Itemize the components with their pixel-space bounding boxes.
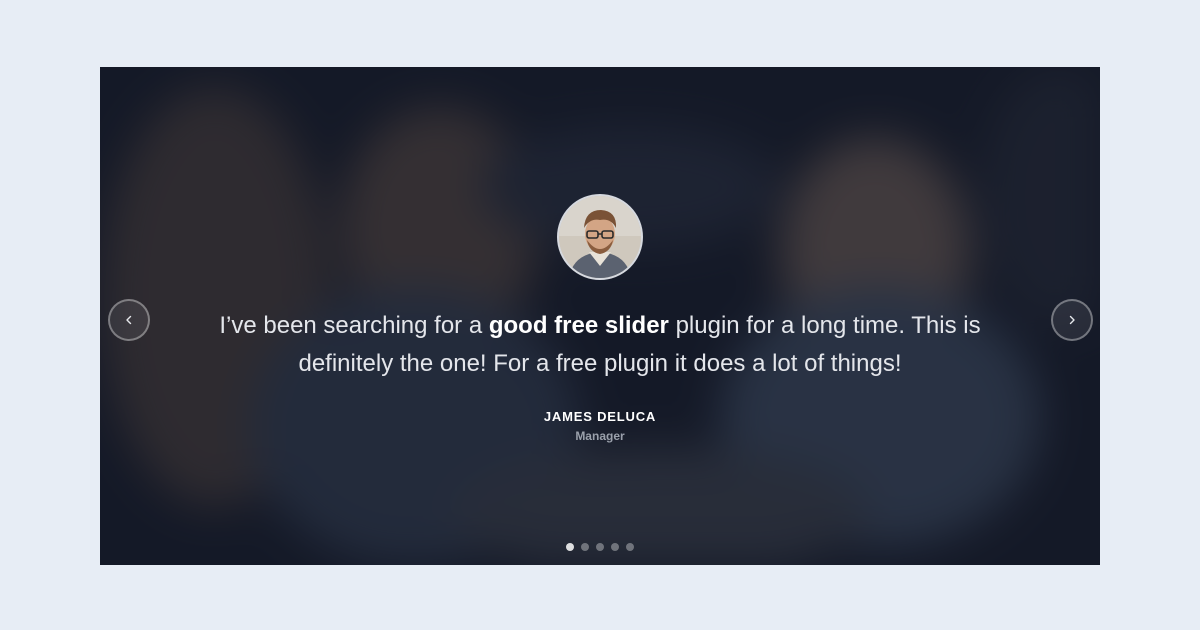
- pagination-dot[interactable]: [596, 543, 604, 551]
- author-name: JAMES DELUCA: [543, 409, 657, 424]
- next-slide-button[interactable]: [1051, 299, 1093, 341]
- author-photo: [559, 196, 641, 278]
- author-avatar: [557, 194, 643, 280]
- pagination-dot[interactable]: [581, 543, 589, 551]
- previous-slide-button[interactable]: [108, 299, 150, 341]
- testimonial-slider: I’ve been searching for a good free slid…: [100, 67, 1100, 565]
- quote-text-start: I’ve been searching for a: [219, 312, 489, 339]
- quote-highlight: good free slider: [488, 312, 669, 339]
- slide-pagination: [100, 543, 1100, 551]
- pagination-dot[interactable]: [566, 543, 574, 551]
- testimonial-quote: I’ve been searching for a good free slid…: [200, 307, 1000, 383]
- chevron-left-icon: [126, 315, 132, 325]
- chevron-right-icon: [1069, 315, 1075, 325]
- pagination-dot[interactable]: [626, 543, 634, 551]
- author-role: Manager: [575, 429, 625, 443]
- pagination-dot[interactable]: [611, 543, 619, 551]
